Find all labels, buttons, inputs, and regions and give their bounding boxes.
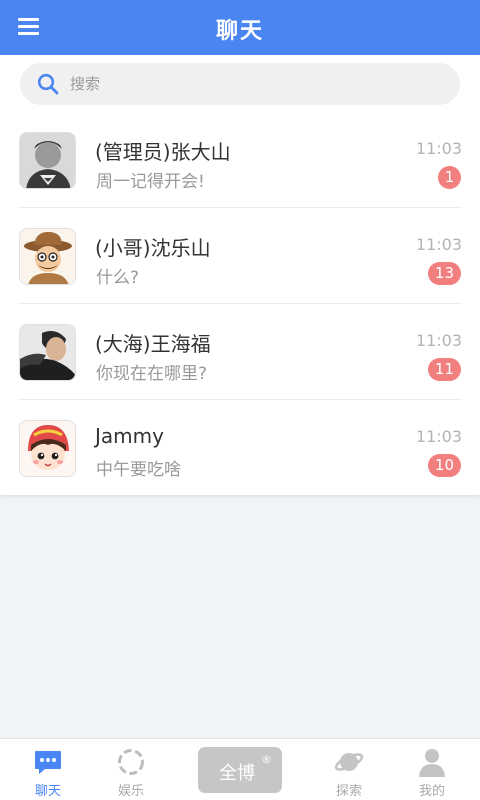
page-title: 聊天 [215, 19, 264, 44]
tab-entertainment[interactable]: 娱乐 [96, 739, 166, 800]
chat-item[interactable]: (小哥)沈乐山 什么? 11:03 13 [0, 208, 480, 304]
search-icon [37, 73, 59, 95]
cartoon-girl-avatar [19, 420, 76, 477]
unread-badge: 10 [427, 454, 461, 477]
chat-time: 11:03 [415, 139, 462, 158]
chat-name: (管理员)张大山 [95, 140, 231, 164]
chat-list: (管理员)张大山 周一记得开会! 11:03 1 (小哥)沈乐山 什么? 11:… [0, 55, 480, 495]
registered-mark: ® [261, 753, 272, 766]
chat-name: (大海)王海福 [95, 332, 211, 356]
superman-avatar [19, 132, 76, 189]
chat-time: 11:03 [415, 235, 462, 254]
chat-item[interactable]: Jammy 中午要吃啥 11:03 10 [0, 400, 480, 496]
tab-label: 探索 [335, 784, 362, 799]
search-input[interactable] [70, 63, 440, 105]
tab-explore[interactable]: 探索 [314, 739, 384, 800]
bottom-tab-bar: 聊天 娱乐 全博 ® 探索 我的 [0, 738, 480, 800]
app-header: 聊天 [0, 0, 480, 55]
tab-label: 我的 [418, 784, 445, 799]
planet-icon [334, 753, 364, 771]
chat-last-message: 周一记得开会! [96, 172, 205, 192]
tab-chat[interactable]: 聊天 [13, 739, 83, 800]
chat-name: Jammy [95, 424, 164, 448]
center-button[interactable]: 全博 ® [198, 747, 282, 793]
unread-badge: 11 [427, 358, 461, 381]
chat-time: 11:03 [415, 427, 462, 446]
chat-last-message: 中午要吃啥 [96, 460, 181, 480]
tab-mine[interactable]: 我的 [397, 739, 467, 800]
unread-badge: 13 [427, 262, 461, 285]
cartoon-detective-avatar [19, 228, 76, 285]
loading-ring-icon [118, 749, 144, 775]
chat-last-message: 什么? [96, 268, 140, 288]
chat-name: (小哥)沈乐山 [95, 236, 211, 260]
photo-man-avatar [19, 324, 76, 381]
chat-bubble-icon [35, 751, 61, 774]
unread-badge: 1 [438, 166, 461, 189]
chat-time: 11:03 [415, 331, 462, 350]
chat-item[interactable]: (大海)王海福 你现在在哪里? 11:03 11 [0, 304, 480, 400]
chat-item[interactable]: (管理员)张大山 周一记得开会! 11:03 1 [0, 112, 480, 208]
chat-last-message: 你现在在哪里? [96, 364, 208, 384]
tab-label: 娱乐 [117, 784, 144, 799]
person-icon [419, 749, 445, 777]
center-button-label: 全博 [219, 763, 255, 784]
tab-label: 聊天 [34, 784, 61, 799]
search-bar[interactable] [20, 63, 460, 105]
